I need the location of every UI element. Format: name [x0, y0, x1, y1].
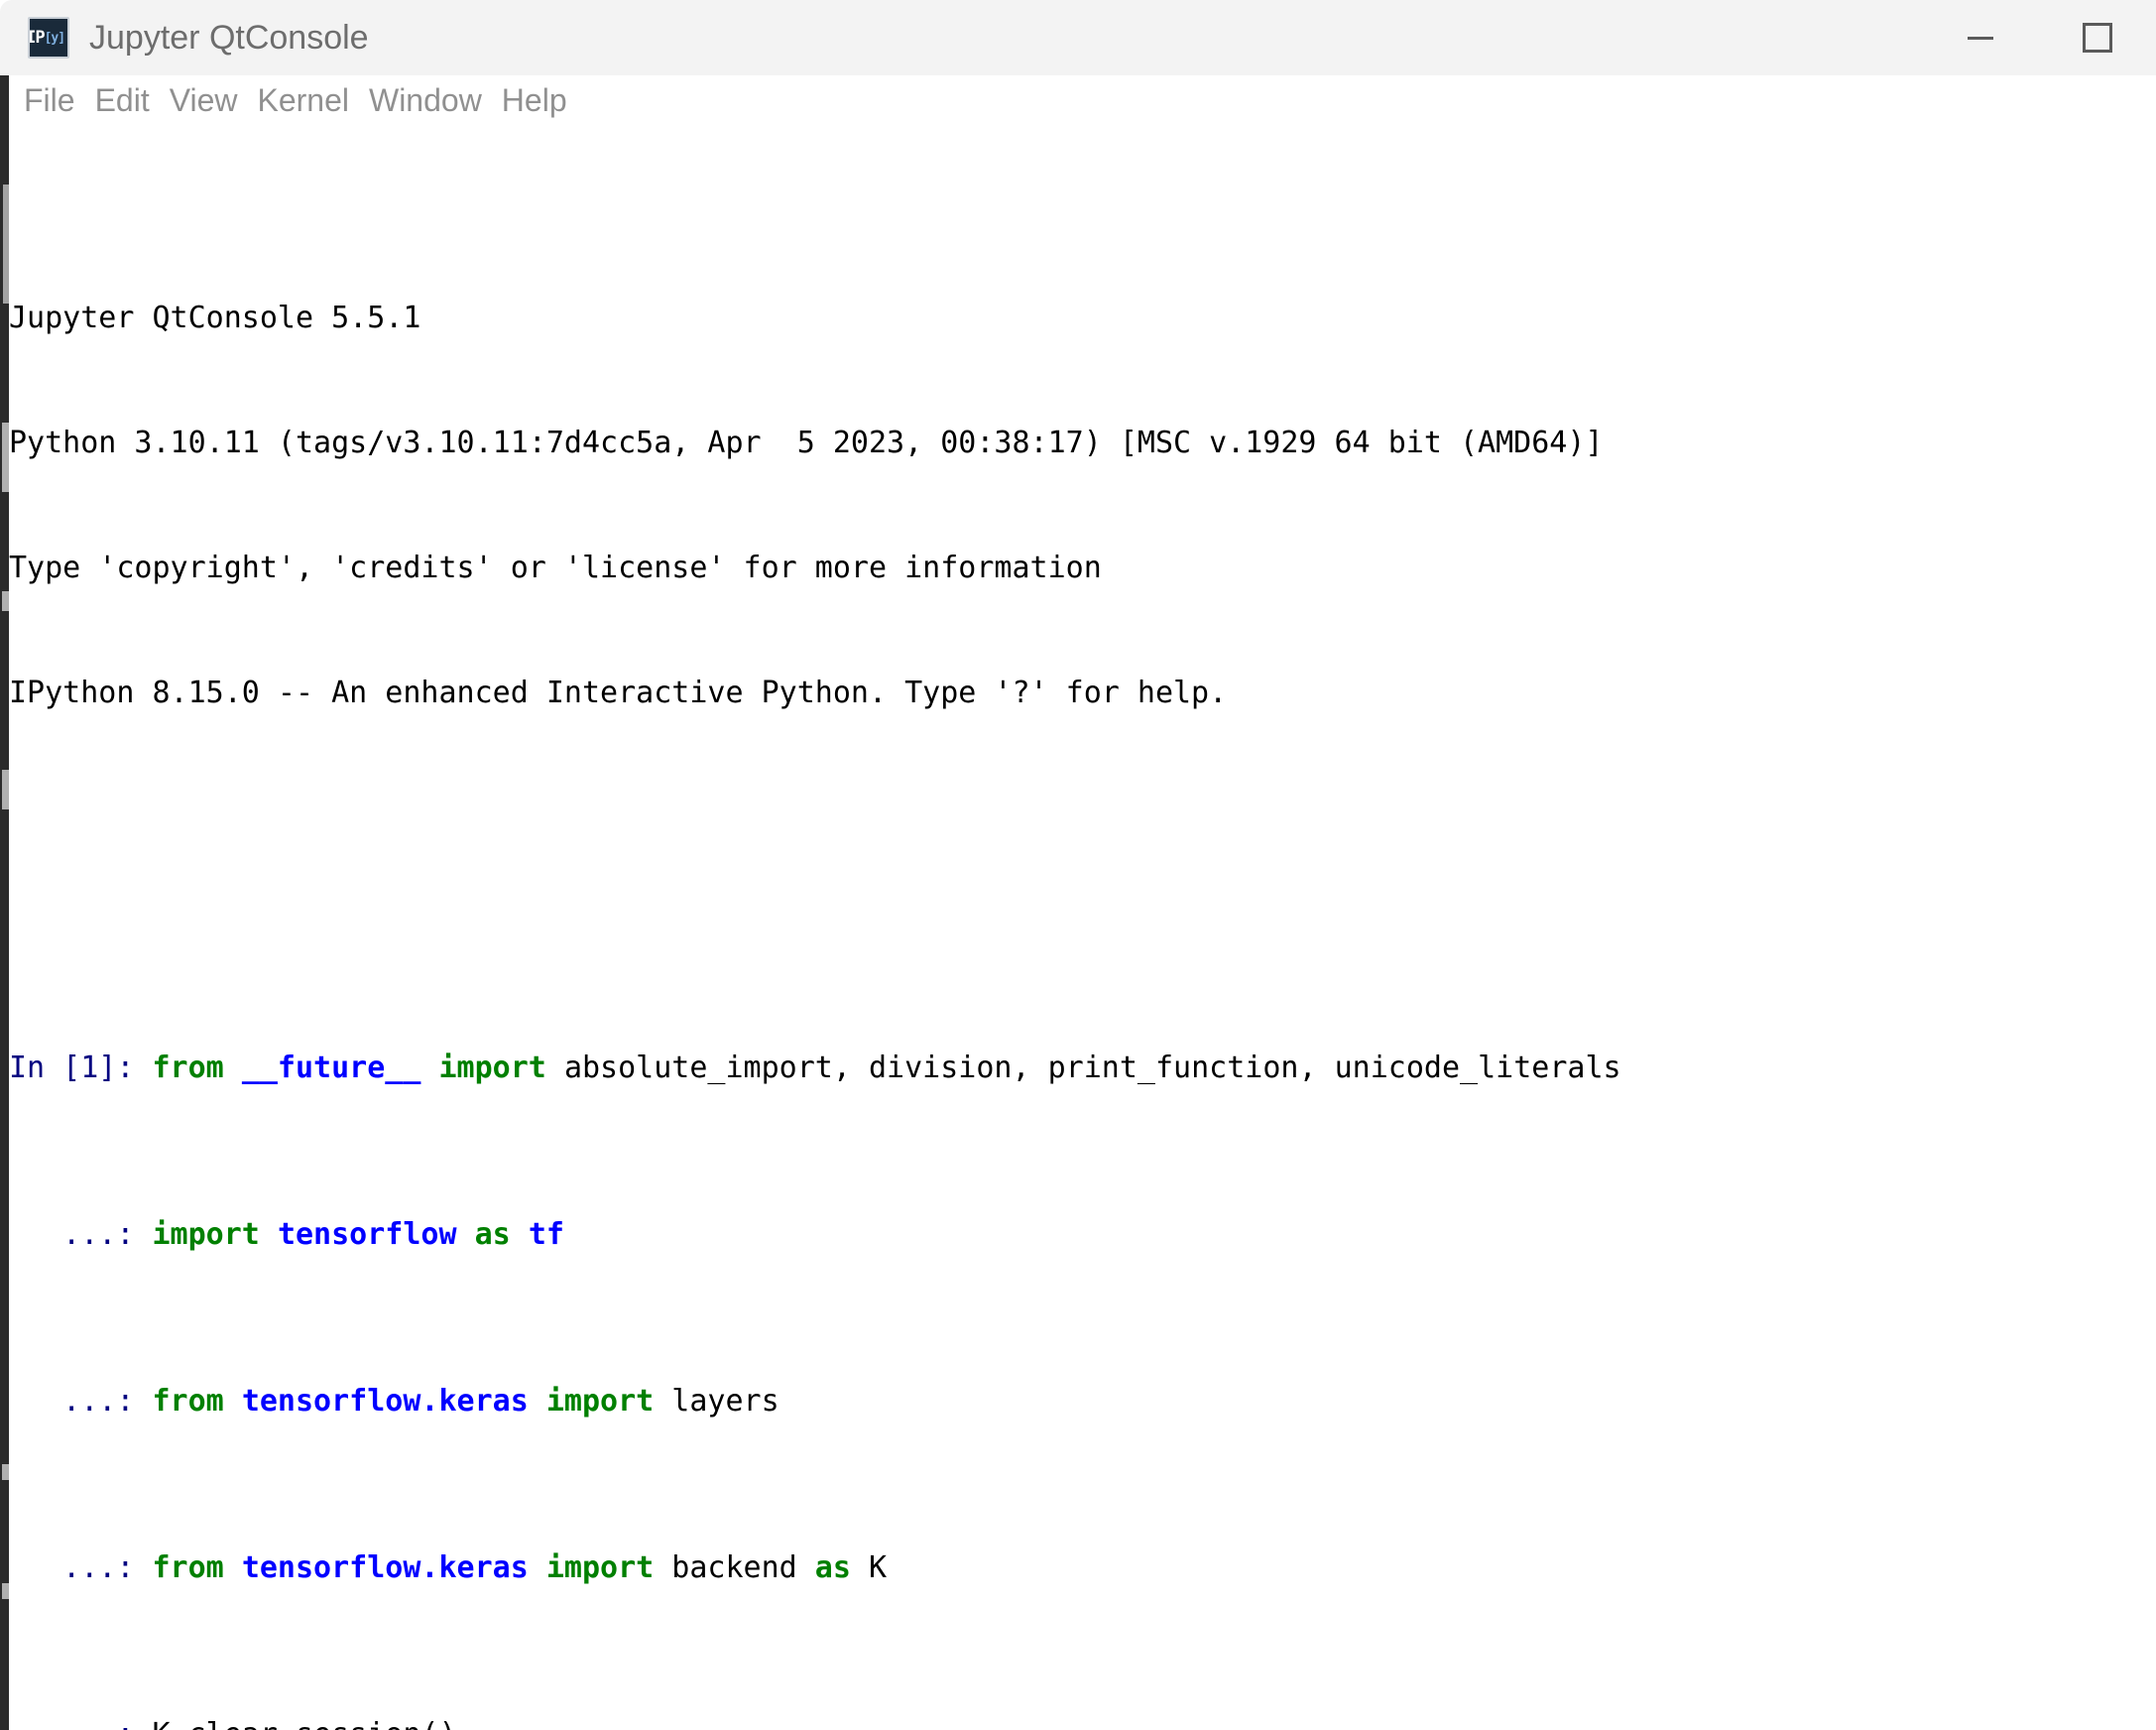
continuation-prompt: ...:: [9, 1717, 134, 1730]
banner-line-1: Jupyter QtConsole 5.5.1: [9, 301, 421, 335]
window-left-edge: [0, 75, 9, 1730]
import-names: layers: [671, 1384, 779, 1419]
alias-k: K: [868, 1550, 888, 1585]
code-line-4: ...: from tensorflow.keras import backen…: [9, 1547, 2156, 1589]
kw-as: as: [474, 1217, 511, 1252]
menu-item-help[interactable]: Help: [492, 82, 577, 119]
kw-from: from: [152, 1550, 224, 1585]
menu-item-file[interactable]: File: [14, 82, 85, 119]
edge-artifact: [2, 591, 9, 611]
menu-item-view[interactable]: View: [160, 82, 248, 119]
module-keras: tensorflow.keras: [241, 1550, 529, 1585]
menu-item-edit[interactable]: Edit: [85, 82, 160, 119]
module-keras: tensorflow.keras: [241, 1384, 529, 1419]
qtconsole-window: IP[y]: Jupyter QtConsole File Edit View …: [0, 0, 2156, 1730]
kw-from: from: [152, 1050, 224, 1085]
kw-import: import: [438, 1050, 546, 1085]
edge-artifact: [2, 1583, 9, 1599]
module-tensorflow: tensorflow: [277, 1217, 457, 1252]
menu-item-kernel[interactable]: Kernel: [247, 82, 359, 119]
ipython-logo-icon: IP[y]:: [28, 17, 69, 59]
window-title: Jupyter QtConsole: [89, 18, 369, 57]
code-line-2: ...: import tensorflow as tf: [9, 1214, 2156, 1256]
banner-line-4: IPython 8.15.0 -- An enhanced Interactiv…: [9, 676, 1228, 710]
continuation-prompt: ...:: [9, 1550, 135, 1585]
kw-import: import: [545, 1384, 655, 1419]
continuation-prompt: ...:: [9, 1217, 135, 1252]
menu-item-window[interactable]: Window: [359, 82, 492, 119]
edge-artifact: [2, 423, 9, 492]
alias-tf: tf: [528, 1217, 564, 1252]
maximize-icon: [2083, 23, 2112, 53]
menu-bar: File Edit View Kernel Window Help: [0, 75, 2156, 127]
continuation-prompt: ...:: [9, 1384, 135, 1419]
minimize-icon: [1968, 36, 1993, 40]
title-bar: IP[y]: Jupyter QtConsole: [0, 0, 2156, 75]
edge-artifact: [2, 770, 9, 809]
import-names: backend: [671, 1550, 797, 1585]
kw-from: from: [152, 1384, 224, 1419]
code-line-1: In [1]: from __future__ import absolute_…: [9, 1048, 2156, 1089]
module-future: __future__: [241, 1050, 421, 1085]
call-clear-session: K.clear_session(): [153, 1717, 457, 1730]
edge-artifact: [2, 1464, 9, 1480]
window-controls: [1922, 0, 2156, 75]
kw-as: as: [814, 1550, 851, 1585]
code-line-5: ...: K.clear_session(): [9, 1714, 2156, 1730]
console-output-area[interactable]: Jupyter QtConsole 5.5.1 Python 3.10.11 (…: [9, 127, 2156, 1730]
minimize-button[interactable]: [1922, 0, 2039, 75]
kw-import: import: [152, 1217, 260, 1252]
maximize-button[interactable]: [2039, 0, 2156, 75]
banner-line-3: Type 'copyright', 'credits' or 'license'…: [9, 551, 1102, 585]
banner-line-2: Python 3.10.11 (tags/v3.10.11:7d4cc5a, A…: [9, 426, 1604, 460]
import-names: absolute_import, division, print_functio…: [563, 1050, 1621, 1085]
input-prompt-1: In [1]:: [9, 1050, 135, 1085]
kw-import: import: [545, 1550, 655, 1585]
code-line-3: ...: from tensorflow.keras import layers: [9, 1381, 2156, 1422]
